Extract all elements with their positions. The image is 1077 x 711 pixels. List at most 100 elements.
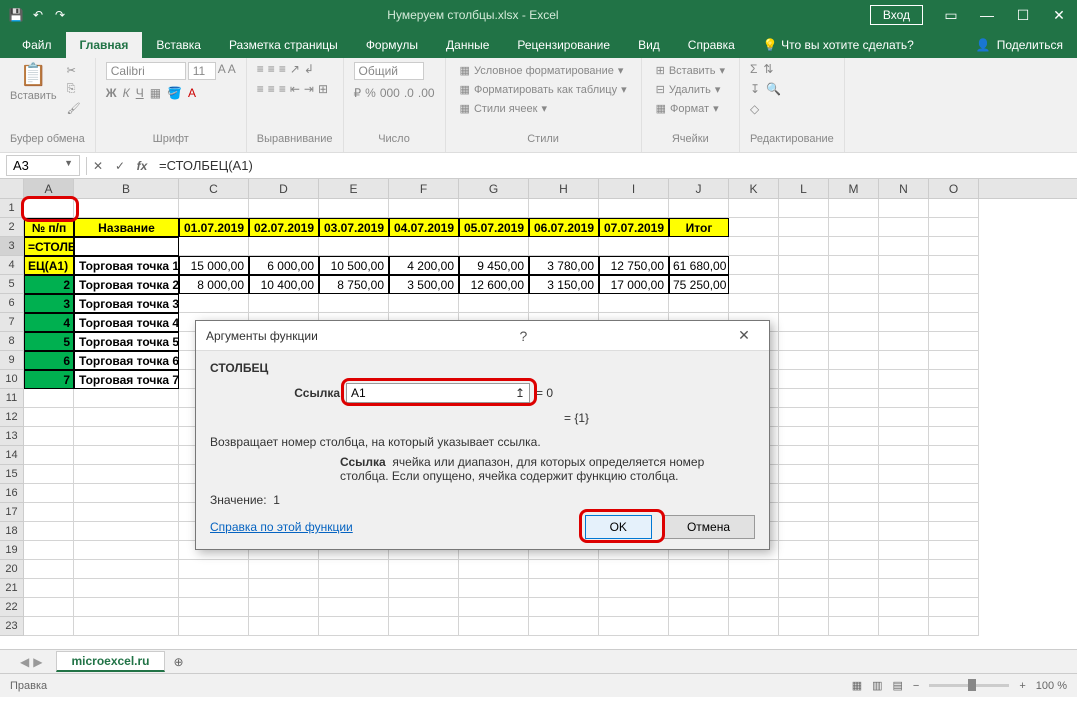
find-icon[interactable]: 🔍 xyxy=(766,82,781,96)
cell[interactable]: 03.07.2019 xyxy=(319,218,389,237)
collapse-dialog-icon[interactable]: ↥ xyxy=(515,386,525,400)
tab-home[interactable]: Главная xyxy=(66,32,143,58)
tab-view[interactable]: Вид xyxy=(624,32,674,58)
cell[interactable] xyxy=(249,598,319,617)
cell[interactable] xyxy=(319,617,389,636)
cell[interactable]: Торговая точка 6 xyxy=(74,351,179,370)
cell[interactable] xyxy=(389,579,459,598)
tab-insert[interactable]: Вставка xyxy=(142,32,215,58)
cell[interactable] xyxy=(779,218,829,237)
cell[interactable] xyxy=(879,484,929,503)
fill-color-icon[interactable]: 🪣 xyxy=(167,86,182,100)
tell-me[interactable]: 💡 Что вы хотите сделать? xyxy=(749,32,928,58)
format-painter-icon[interactable]: 🖌 xyxy=(63,100,85,117)
cell[interactable] xyxy=(879,465,929,484)
cell[interactable] xyxy=(879,598,929,617)
cell[interactable] xyxy=(929,294,979,313)
col-header[interactable]: E xyxy=(319,179,389,198)
zoom-level[interactable]: 100 % xyxy=(1036,680,1067,692)
cell[interactable]: Итог xyxy=(669,218,729,237)
cell[interactable] xyxy=(74,560,179,579)
cell[interactable] xyxy=(829,256,879,275)
cell[interactable] xyxy=(879,351,929,370)
cell[interactable] xyxy=(879,256,929,275)
maximize-icon[interactable]: ☐ xyxy=(1005,0,1041,30)
cell[interactable] xyxy=(829,560,879,579)
number-format[interactable]: Общий xyxy=(354,62,424,80)
cell[interactable] xyxy=(74,408,179,427)
row-header[interactable]: 17 xyxy=(0,503,24,522)
cell[interactable]: 2 xyxy=(24,275,74,294)
cell[interactable] xyxy=(879,332,929,351)
cell[interactable] xyxy=(879,237,929,256)
cell[interactable] xyxy=(829,294,879,313)
cell[interactable] xyxy=(779,541,829,560)
row-header[interactable]: 16 xyxy=(0,484,24,503)
currency-icon[interactable]: ₽ xyxy=(354,86,362,100)
cell[interactable]: 3 150,00 xyxy=(529,275,599,294)
cell[interactable] xyxy=(929,503,979,522)
cell[interactable] xyxy=(599,560,669,579)
cond-format-button[interactable]: ▦ Условное форматирование ▾ xyxy=(456,62,631,79)
cell[interactable] xyxy=(249,294,319,313)
cell[interactable] xyxy=(74,199,179,218)
cell[interactable] xyxy=(829,446,879,465)
row-header[interactable]: 3 xyxy=(0,237,24,256)
cell[interactable]: 06.07.2019 xyxy=(529,218,599,237)
cell[interactable] xyxy=(319,237,389,256)
minimize-icon[interactable]: — xyxy=(969,0,1005,30)
cell[interactable]: =СТОЛБ xyxy=(24,237,74,256)
align-center-icon[interactable]: ≡ xyxy=(268,82,275,96)
cell[interactable] xyxy=(779,617,829,636)
insert-cells-button[interactable]: ⊞ Вставить ▾ xyxy=(652,62,729,79)
cell[interactable] xyxy=(319,294,389,313)
cell[interactable] xyxy=(529,617,599,636)
cell[interactable] xyxy=(599,617,669,636)
cell[interactable] xyxy=(389,294,459,313)
zoom-slider[interactable] xyxy=(929,684,1009,687)
cell[interactable] xyxy=(24,579,74,598)
zoom-in-icon[interactable]: + xyxy=(1019,680,1025,692)
cell-styles-button[interactable]: ▦ Стили ячеек ▾ xyxy=(456,100,631,117)
cell[interactable] xyxy=(669,617,729,636)
cell[interactable] xyxy=(459,294,529,313)
cell[interactable]: 8 000,00 xyxy=(179,275,249,294)
cell[interactable] xyxy=(599,237,669,256)
cell[interactable]: 02.07.2019 xyxy=(249,218,319,237)
cell[interactable] xyxy=(779,484,829,503)
cell[interactable] xyxy=(599,598,669,617)
cell[interactable] xyxy=(24,408,74,427)
cell[interactable] xyxy=(779,370,829,389)
cell[interactable] xyxy=(24,484,74,503)
cell[interactable] xyxy=(829,617,879,636)
cell[interactable] xyxy=(729,294,779,313)
redo-icon[interactable]: ↷ xyxy=(52,7,68,23)
delete-cells-button[interactable]: ⊟ Удалить ▾ xyxy=(652,81,729,98)
percent-icon[interactable]: % xyxy=(365,86,376,100)
format-cells-button[interactable]: ▦ Формат ▾ xyxy=(652,100,729,117)
cell[interactable] xyxy=(879,541,929,560)
cell[interactable]: 04.07.2019 xyxy=(389,218,459,237)
font-name[interactable]: Calibri xyxy=(106,62,186,80)
cell[interactable]: Торговая точка 3 xyxy=(74,294,179,313)
cell[interactable] xyxy=(389,598,459,617)
sheet-nav-prev-icon[interactable]: ◀ xyxy=(20,655,29,669)
cell[interactable]: № п/п xyxy=(24,218,74,237)
cell[interactable] xyxy=(74,427,179,446)
borders-icon[interactable]: ▦ xyxy=(150,86,161,100)
cell[interactable] xyxy=(829,218,879,237)
view-normal-icon[interactable]: ▦ xyxy=(852,679,862,692)
cell[interactable] xyxy=(729,617,779,636)
cell[interactable] xyxy=(24,446,74,465)
cell[interactable] xyxy=(829,579,879,598)
cell[interactable] xyxy=(829,484,879,503)
cell[interactable]: 6 xyxy=(24,351,74,370)
cell[interactable] xyxy=(929,256,979,275)
row-header[interactable]: 12 xyxy=(0,408,24,427)
cell[interactable]: 7 xyxy=(24,370,74,389)
tab-file[interactable]: Файл xyxy=(8,32,66,58)
cell[interactable] xyxy=(24,427,74,446)
cell[interactable] xyxy=(879,503,929,522)
cell[interactable]: 9 450,00 xyxy=(459,256,529,275)
cell[interactable] xyxy=(829,522,879,541)
